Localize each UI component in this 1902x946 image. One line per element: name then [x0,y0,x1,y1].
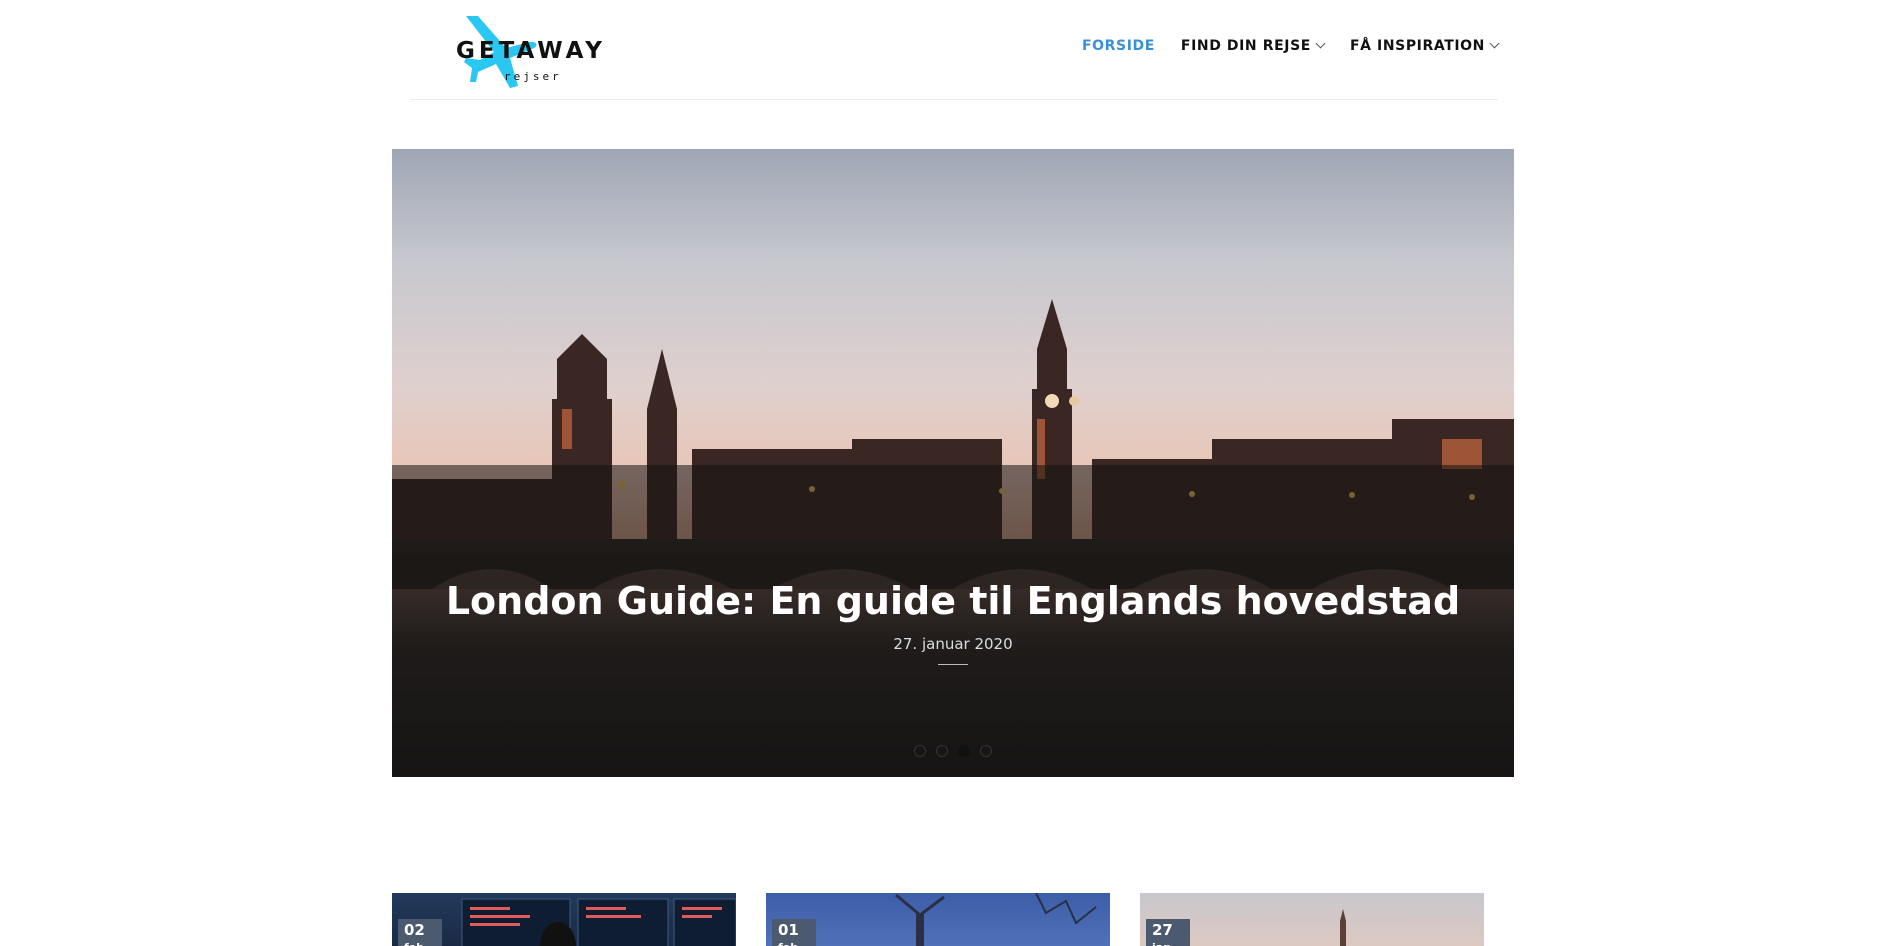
site-logo[interactable]: GETAWAY rejser [432,12,602,90]
post-card[interactable]: 01 feb [766,893,1110,946]
nav-item-label: FORSIDE [1082,38,1155,54]
windmill-illustration [895,893,1097,946]
post-card[interactable]: 02 feb [392,893,736,946]
main-nav: FORSIDE FIND DIN REJSE FÅ INSPIRATION [1082,38,1500,54]
post-date-badge: 01 feb [772,919,816,946]
hero-title[interactable]: London Guide: En guide til Englands hove… [392,579,1514,623]
nav-item-forside[interactable]: FORSIDE [1082,38,1155,54]
chevron-down-icon [1315,38,1326,49]
slider-dot-1[interactable] [914,745,926,757]
post-card-image [1140,893,1484,946]
post-date-day: 27 [1152,921,1173,939]
post-card[interactable]: 27 jan [1140,893,1484,946]
slider-dot-3[interactable] [958,745,970,757]
logo-subtitle: rejser [504,70,562,83]
nav-item-label: FÅ INSPIRATION [1349,38,1485,54]
nav-item-find-din-rejse[interactable]: FIND DIN REJSE [1180,38,1326,54]
nav-item-faa-inspiration[interactable]: FÅ INSPIRATION [1349,38,1500,54]
hero-slider[interactable]: London Guide: En guide til Englands hove… [392,149,1514,777]
nav-item-label: FIND DIN REJSE [1180,38,1311,54]
clock-face [1045,394,1059,408]
post-date-badge: 02 feb [398,919,442,946]
post-date-month: feb [778,939,810,946]
slider-dot-4[interactable] [980,745,992,757]
post-card-image [392,893,736,946]
post-date-month: jan [1152,939,1184,946]
logo-wordmark: GETAWAY [456,38,606,64]
big-ben-illustration [1340,909,1346,946]
post-card-image [766,893,1110,946]
slider-pagination [392,745,1514,757]
departure-board-illustration [461,898,736,946]
chevron-down-icon [1489,38,1500,49]
post-date-month: feb [404,939,436,946]
slider-dot-2[interactable] [936,745,948,757]
hero-divider [938,664,968,665]
post-date-day: 01 [778,921,799,939]
hero-date: 27. januar 2020 [893,635,1013,653]
site-header: GETAWAY rejser FORSIDE FIND DIN REJSE FÅ… [410,0,1500,100]
post-date-day: 02 [404,921,425,939]
post-date-badge: 27 jan [1146,919,1190,946]
